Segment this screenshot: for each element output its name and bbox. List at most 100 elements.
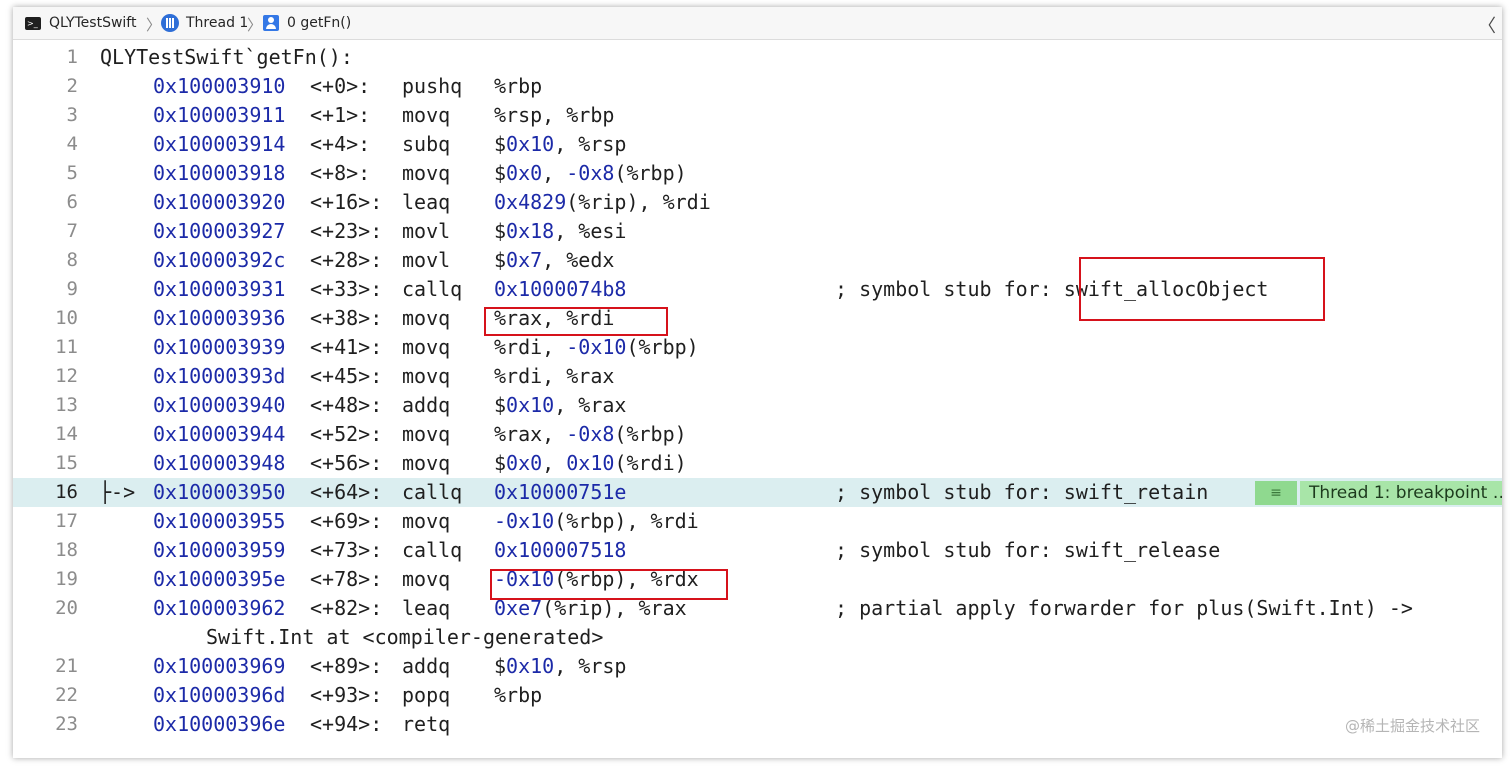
instruction-address: 0x10000393d [153,364,286,388]
mnemonic: addq [402,654,451,678]
code-line: 17 0x100003955 <+69>: movq -0x10(%rbp), … [13,507,1502,536]
instruction-offset: <+1>: [310,103,371,127]
instruction-offset: <+93>: [310,683,383,707]
mnemonic: leaq [402,596,451,620]
instruction-address: 0x100003959 [153,538,286,562]
breakpoint-annotation[interactable]: Thread 1: breakpoint 1.1 [1300,481,1502,505]
operands: %rdi, %rax [494,364,615,388]
code-line: 21 0x100003969 <+89>: addq $0x10, %rsp [13,652,1502,681]
line-number: 17 [55,510,78,532]
line-number: 7 [66,220,78,242]
instruction-offset: <+56>: [310,451,383,475]
line-number: 3 [66,104,78,126]
instruction-address: 0x100003939 [153,335,286,359]
mnemonic: subq [402,132,451,156]
operands: $0x10, %rax [494,393,627,417]
chevron-right-icon: 〉 [146,16,162,34]
chevron-left-icon[interactable]: 〈 [1478,12,1496,38]
instruction-address: 0x100003944 [153,422,286,446]
frame-label: 0 getFn() [287,15,352,31]
mnemonic: movq [402,161,451,185]
operands: $0x0, -0x8(%rbp) [494,161,687,185]
operands: %rbp [494,74,543,98]
instruction-address: 0x100003931 [153,277,286,301]
mnemonic: addq [402,393,451,417]
instruction-offset: <+8>: [310,161,371,185]
jump-bar-target[interactable]: >_ QLYTestSwift [25,7,136,39]
mnemonic: movl [402,219,451,243]
instruction-address: 0x100003936 [153,306,286,330]
mnemonic: movq [402,422,451,446]
mnemonic: movq [402,451,451,475]
instruction-offset: <+28>: [310,248,383,272]
program-counter-arrow-icon[interactable]: ├-> [99,478,135,507]
jump-bar-thread[interactable]: Thread 1 [161,7,248,39]
line-number: 14 [55,423,78,445]
comment-continuation: Swift.Int at <compiler-generated> [206,625,604,649]
operands: $0x7, %edx [494,248,615,272]
disassembly-editor[interactable]: 1 QLYTestSwift`getFn(): 2 0x100003910 <+… [13,40,1502,758]
instruction-offset: <+41>: [310,335,383,359]
line-number: 5 [66,162,78,184]
operands: 0x4829(%rip), %rdi [494,190,711,214]
instruction-offset: <+82>: [310,596,383,620]
instruction-address: 0x100003969 [153,654,286,678]
instruction-offset: <+33>: [310,277,383,301]
breakpoint-menu-icon[interactable]: ≡ [1255,481,1297,505]
code-line: 2 0x100003910 <+0>: pushq %rbp [13,72,1502,101]
mnemonic: movq [402,509,451,533]
line-number: 10 [55,307,78,329]
mnemonic: movl [402,248,451,272]
mnemonic: movq [402,306,451,330]
code-line-continuation: Swift.Int at <compiler-generated> [13,623,1502,652]
instruction-offset: <+38>: [310,306,383,330]
instruction-offset: <+73>: [310,538,383,562]
symbol-comment: ; symbol stub for: swift_release [835,538,1221,562]
instruction-address: 0x100003955 [153,509,286,533]
line-number: 12 [55,365,78,387]
code-line: 13 0x100003940 <+48>: addq $0x10, %rax [13,391,1502,420]
code-line: 7 0x100003927 <+23>: movl $0x18, %esi [13,217,1502,246]
instruction-address: 0x100003910 [153,74,286,98]
code-line: 23 0x10000396e <+94>: retq [13,710,1502,739]
instruction-offset: <+89>: [310,654,383,678]
mnemonic: callq [402,277,463,301]
instruction-address: 0x10000392c [153,248,286,272]
operands: %rbp [494,683,543,707]
line-number: 6 [66,191,78,213]
chevron-right-icon: 〉 [247,16,263,34]
thread-icon [161,14,179,32]
line-number: 18 [55,539,78,561]
function-label: QLYTestSwift`getFn(): [100,45,353,69]
terminal-icon: >_ [25,16,41,30]
symbol-comment: ; partial apply forwarder for plus(Swift… [835,596,1413,620]
operands: %rsp, %rbp [494,103,615,127]
mnemonic: leaq [402,190,451,214]
instruction-address: 0x100003962 [153,596,286,620]
annotation-box-rax-rdi [484,307,668,336]
operands: $0x10, %rsp [494,654,627,678]
jump-bar-frame[interactable]: 0 getFn() [263,7,351,39]
line-number: 21 [55,655,78,677]
line-number: 8 [66,249,78,271]
line-number: 11 [55,336,78,358]
operands: $0x18, %esi [494,219,627,243]
line-number: 1 [66,46,78,68]
operands: $0x0, 0x10(%rdi) [494,451,687,475]
mnemonic: movq [402,567,451,591]
mnemonic: movq [402,335,451,359]
mnemonic: callq [402,538,463,562]
instruction-offset: <+23>: [310,219,383,243]
code-line: 14 0x100003944 <+52>: movq %rax, -0x8(%r… [13,420,1502,449]
instruction-offset: <+16>: [310,190,383,214]
instruction-address: 0x100003911 [153,103,286,127]
mnemonic: callq [402,480,463,504]
instruction-address: 0x10000396d [153,683,286,707]
jump-bar: >_ QLYTestSwift 〉 Thread 1 〉 0 getFn() 〈 [13,7,1502,40]
instruction-address: 0x100003950 [153,480,286,504]
line-number: 16 [55,481,78,503]
instruction-offset: <+78>: [310,567,383,591]
thread-label: Thread 1 [186,15,249,31]
instruction-offset: <+52>: [310,422,383,446]
code-line: 19 0x10000395e <+78>: movq -0x10(%rbp), … [13,565,1502,594]
